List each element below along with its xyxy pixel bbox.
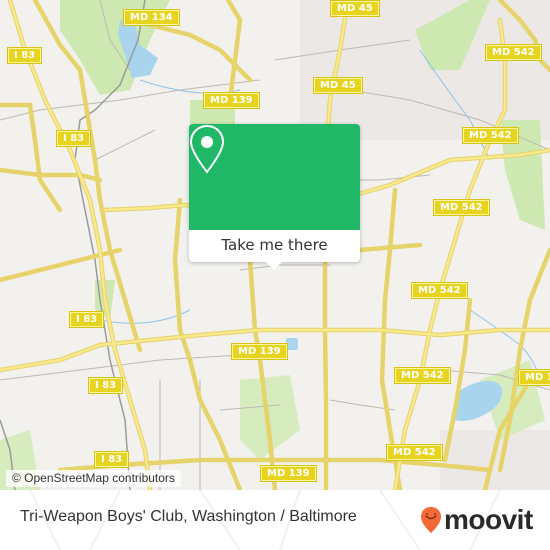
road-shield: MD 542 xyxy=(411,282,468,299)
road-shield: MD 139 xyxy=(203,92,260,109)
road-shield: MD 139 xyxy=(231,343,288,360)
road-shield: MD 542 xyxy=(394,367,451,384)
road-shield: I 83 xyxy=(55,130,92,147)
footer: Tri-Weapon Boys' Club, Washington / Balt… xyxy=(0,490,550,550)
pond xyxy=(286,338,298,350)
road-shield: MD 542 xyxy=(462,127,519,144)
map-view[interactable]: MD 134 MD 45 MD 45 MD 542 I 83 MD 139 MD… xyxy=(0,0,550,490)
road-shield: MD 542 xyxy=(433,199,490,216)
take-me-there-button[interactable]: Take me there xyxy=(189,230,360,262)
popup-header xyxy=(189,124,360,230)
road-shield: MD 139 xyxy=(260,465,317,482)
road-shield: I 83 xyxy=(93,451,130,468)
place-title: Tri-Weapon Boys' Club, Washington / Balt… xyxy=(20,508,357,525)
road-shield: I 83 xyxy=(68,311,105,328)
map-attribution[interactable]: © OpenStreetMap contributors xyxy=(6,470,181,487)
moovit-logo[interactable]: moovit xyxy=(420,506,533,534)
road-shield: MD 1 xyxy=(518,369,550,386)
road-shield: MD 542 xyxy=(485,44,542,61)
road-shield: MD 542 xyxy=(386,444,443,461)
moovit-smiley-pin-icon xyxy=(421,507,441,533)
popup-pointer xyxy=(266,262,282,270)
map-pin-icon xyxy=(189,124,225,174)
brand-name: moovit xyxy=(444,504,533,535)
road-shield: MD 45 xyxy=(330,0,380,17)
road-shield: MD 134 xyxy=(123,9,180,26)
location-popup: Take me there xyxy=(189,124,360,270)
road-shield: MD 45 xyxy=(313,77,363,94)
road-shield: I 83 xyxy=(6,47,43,64)
road-shield: I 83 xyxy=(87,377,124,394)
